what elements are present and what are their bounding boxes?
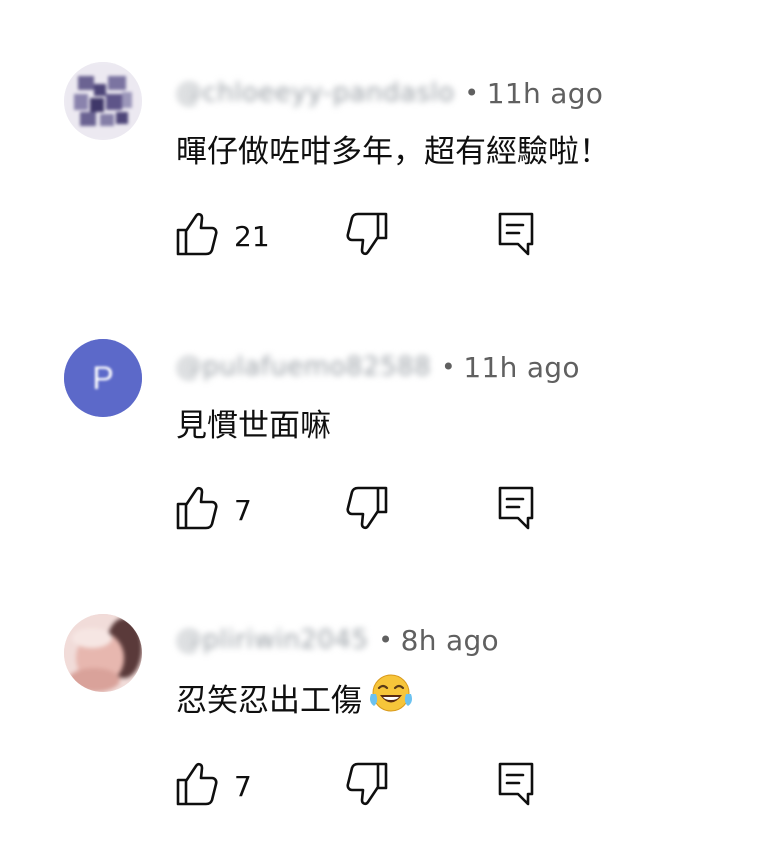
comment-text: 見慣世面嘛 <box>176 400 331 445</box>
meta-separator: • <box>378 626 393 654</box>
face-with-tears-of-joy-icon <box>368 672 414 722</box>
thumbs-down-icon <box>344 486 390 536</box>
comment-actions: 7 <box>174 484 554 534</box>
dislike-button[interactable] <box>344 760 390 812</box>
avatar[interactable] <box>64 614 142 692</box>
comment-text-content: 忍笑忍出工傷 <box>176 682 362 719</box>
like-count: 7 <box>234 493 252 527</box>
comment-meta: @pulafuemo82588 • 11h ago <box>176 350 580 384</box>
reply-comment-icon <box>496 762 536 812</box>
comment-item: @pliriwin2045 • 8h ago 忍笑忍出工傷 7 <box>0 0 774 806</box>
comment-meta: @pliriwin2045 • 8h ago <box>176 623 499 657</box>
thumbs-down-icon <box>344 762 390 812</box>
like-button[interactable]: 7 <box>174 484 252 536</box>
thumbs-up-icon <box>174 484 220 536</box>
like-button[interactable]: 7 <box>174 760 252 812</box>
comment-timestamp[interactable]: 8h ago <box>401 624 499 657</box>
author-handle[interactable]: @pulafuemo82588 <box>176 352 431 382</box>
dislike-button[interactable] <box>344 484 390 536</box>
avatar-letter: P <box>92 360 113 396</box>
like-count: 7 <box>234 769 252 803</box>
reply-comment-icon <box>496 486 536 536</box>
meta-separator: • <box>441 353 456 381</box>
comment-text: 忍笑忍出工傷 <box>176 672 414 722</box>
comment-actions: 7 <box>174 760 554 810</box>
avatar[interactable]: P <box>64 339 142 417</box>
thumbs-up-icon <box>174 760 220 812</box>
author-handle[interactable]: @pliriwin2045 <box>176 625 369 655</box>
reply-button[interactable] <box>496 484 536 536</box>
comment-timestamp[interactable]: 11h ago <box>463 351 579 384</box>
reply-button[interactable] <box>496 760 536 812</box>
comment-text-content: 見慣世面嘛 <box>176 408 331 444</box>
